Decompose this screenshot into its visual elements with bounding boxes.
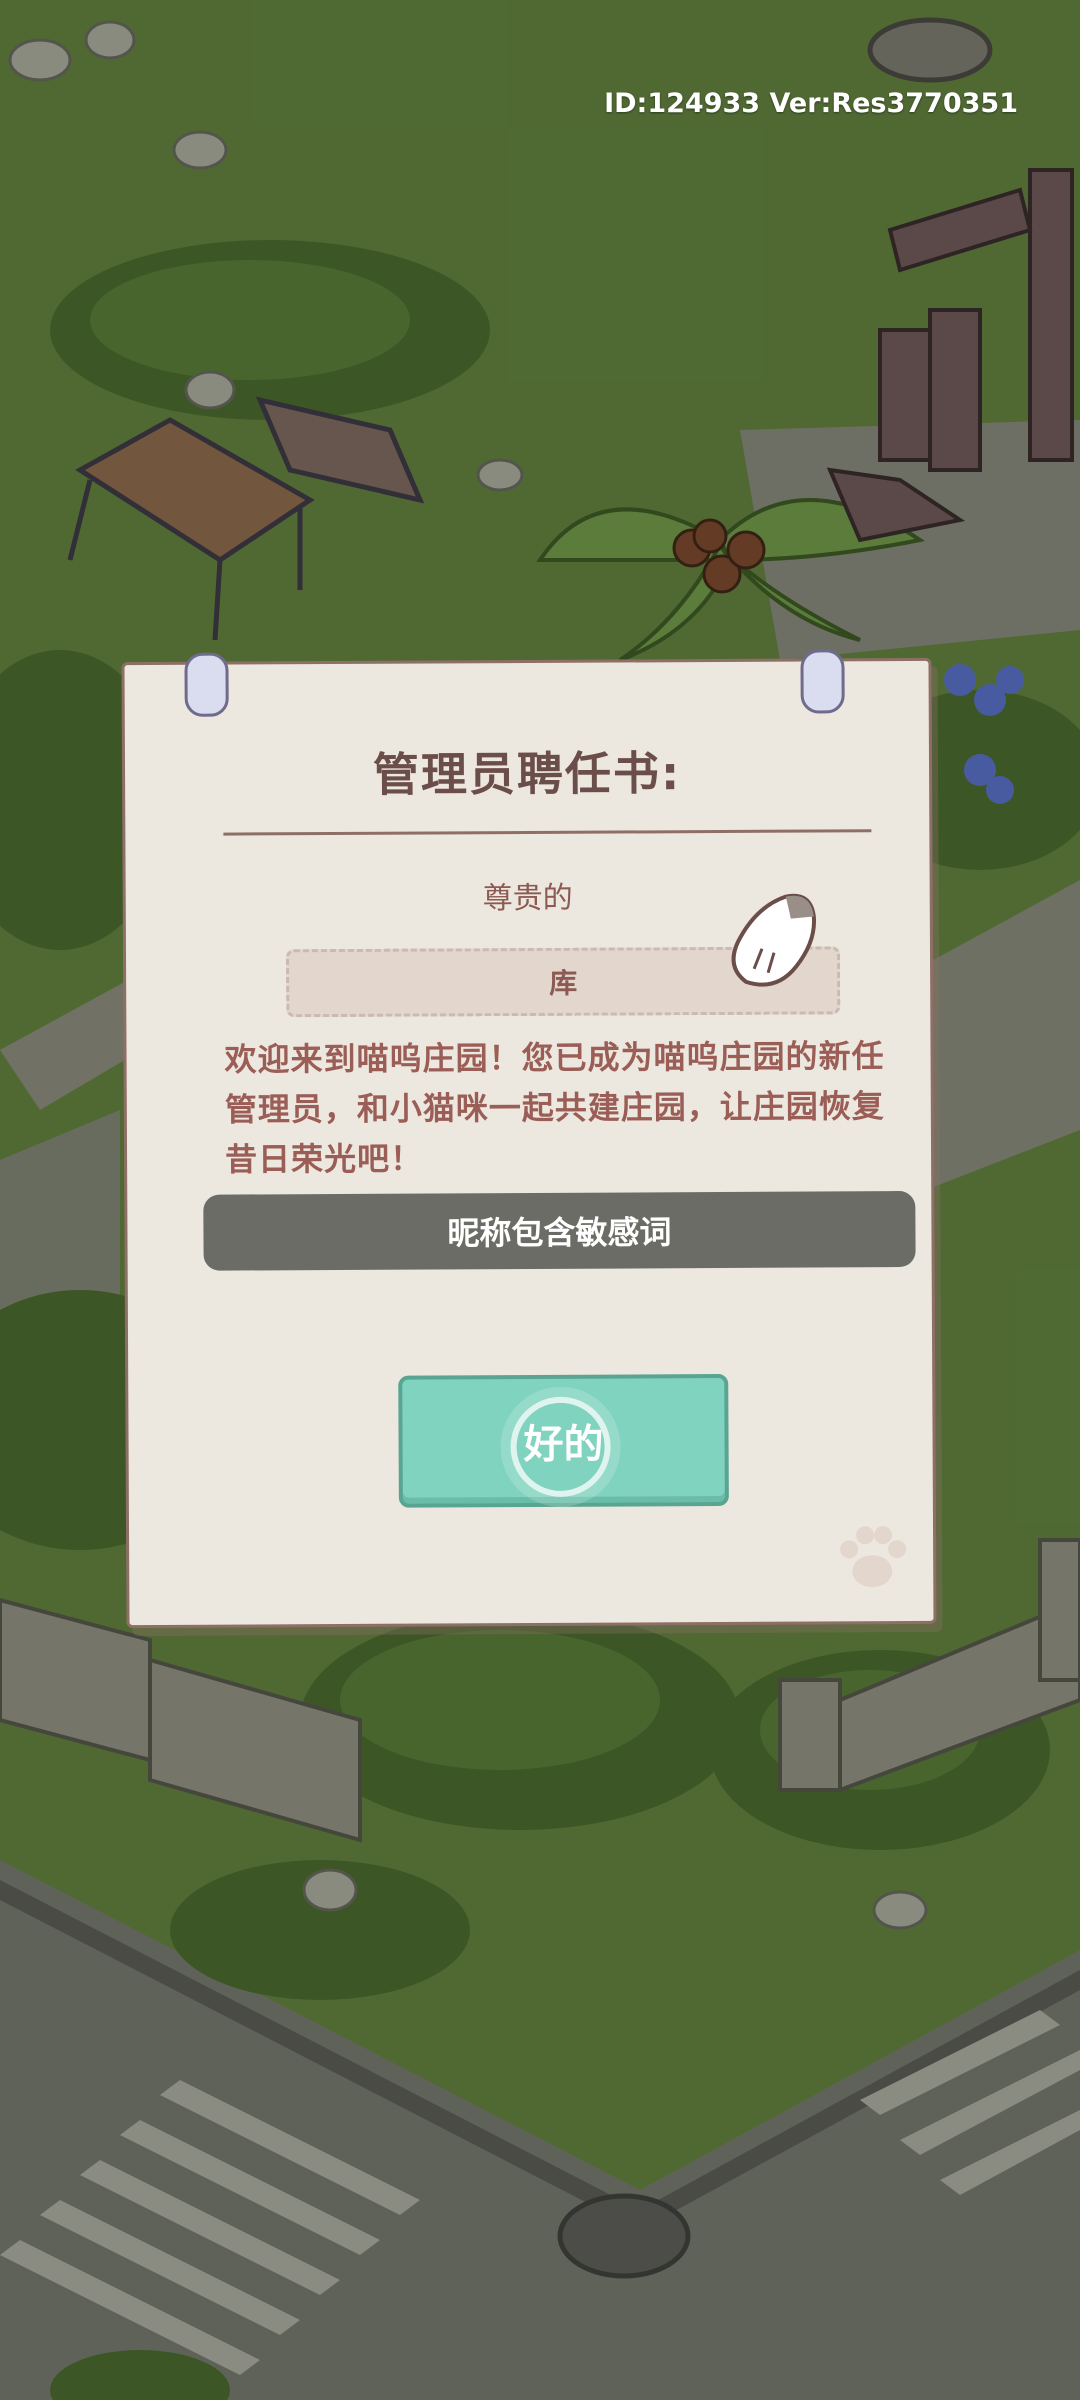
confirm-button-label: 好的: [523, 1421, 604, 1469]
sensitive-word-toast: 昵称包含敏感词: [203, 1190, 916, 1271]
player-name-text: 库: [549, 966, 578, 1000]
id-version-label: ID:124933 Ver:Res3770351: [604, 88, 1018, 119]
cat-paw-pointer-icon: [731, 893, 817, 987]
title-divider: [223, 829, 872, 836]
paw-print-icon: [840, 1526, 907, 1588]
letter-paper: 管理员聘任书: 尊贵的 库 欢迎来到喵呜庄园！您已成为喵呜庄园的新任管理员，和小…: [121, 649, 937, 1629]
paper-clip-icon: [800, 649, 845, 714]
paper-clip-icon: [184, 652, 229, 717]
toast-message: 昵称包含敏感词: [447, 1213, 672, 1253]
letter-title: 管理员聘任书:: [372, 746, 682, 802]
appointment-letter-dialog: 管理员聘任书: 尊贵的 库 欢迎来到喵呜庄园！您已成为喵呜庄园的新任管理员，和小…: [106, 649, 940, 1630]
welcome-message: 欢迎来到喵呜庄园！您已成为喵呜庄园的新任管理员，和小猫咪一起共建庄园，让庄园恢复…: [224, 1037, 885, 1179]
confirm-button[interactable]: 好的: [398, 1373, 729, 1508]
